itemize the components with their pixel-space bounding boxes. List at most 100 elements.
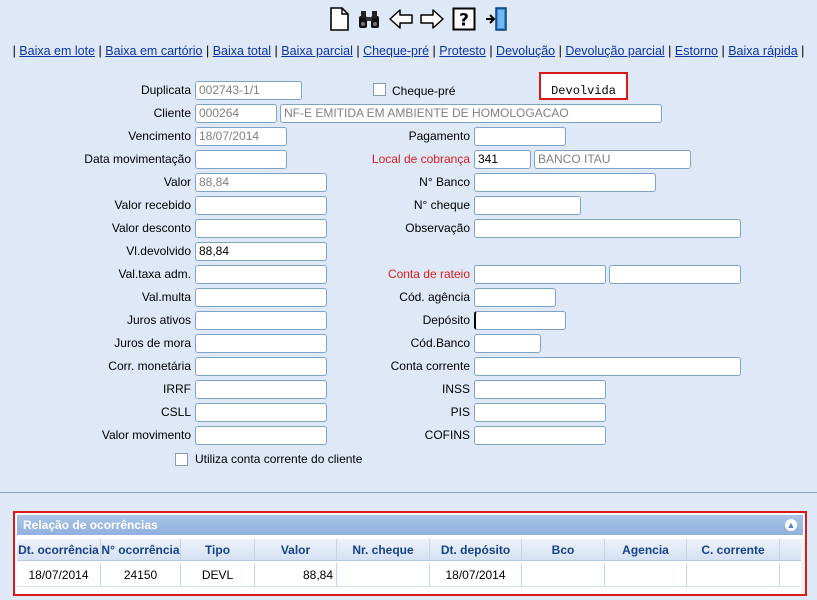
link-baixa-total[interactable]: Baixa total xyxy=(213,44,271,58)
label-conta-rateio: Conta de rateio xyxy=(387,267,470,281)
new-document-icon[interactable] xyxy=(326,6,352,32)
inss-field[interactable] xyxy=(474,380,606,399)
help-question-icon[interactable]: ? xyxy=(451,6,477,32)
data-movimentacao-field[interactable] xyxy=(195,150,287,169)
n-cheque-field[interactable] xyxy=(474,196,581,215)
label-duplicata: Duplicata xyxy=(140,83,191,97)
conta-rateio-field-2[interactable] xyxy=(609,265,741,284)
conta-corrente-field[interactable] xyxy=(474,357,741,376)
label-csll: CSLL xyxy=(160,405,191,419)
conta-rateio-field-1[interactable] xyxy=(474,265,606,284)
table-cell: DEVL xyxy=(181,563,255,586)
label-irrf: IRRF xyxy=(163,382,191,396)
exit-door-icon[interactable] xyxy=(484,6,510,32)
column-header[interactable]: Nr. cheque xyxy=(337,539,430,560)
juros-mora-field[interactable] xyxy=(195,334,327,353)
label-valor-recebido: Valor recebido xyxy=(114,198,192,212)
link-separator: | xyxy=(664,44,675,58)
cliente-name-field[interactable]: NF-E EMITIDA EM AMBIENTE DE HOMOLOGACAO xyxy=(280,104,662,123)
label-val-multa: Val.multa xyxy=(141,290,191,304)
table-cell xyxy=(605,563,687,586)
column-header[interactable]: Tipo xyxy=(181,539,255,560)
val-multa-field[interactable] xyxy=(195,288,327,307)
deposito-field[interactable] xyxy=(474,311,566,330)
valor-desconto-field[interactable] xyxy=(195,219,327,238)
label-local-cobranca: Local de cobrança xyxy=(371,152,470,166)
arrow-left-icon[interactable] xyxy=(388,6,414,32)
table-cell: 88,84 xyxy=(255,563,337,586)
toolbar: ? xyxy=(0,0,817,40)
link-separator: | xyxy=(202,44,213,58)
valor-recebido-field[interactable] xyxy=(195,196,327,215)
cod-agencia-field[interactable] xyxy=(474,288,556,307)
label-cliente: Cliente xyxy=(153,106,191,120)
table-cell: 18/07/2014 xyxy=(17,563,101,586)
csll-field[interactable] xyxy=(195,403,327,422)
link-separator: | xyxy=(555,44,566,58)
pis-field[interactable] xyxy=(474,403,606,422)
label-n-cheque: N° cheque xyxy=(413,198,470,212)
link-baixa-rapida[interactable]: Baixa rápida xyxy=(728,44,798,58)
n-banco-field[interactable] xyxy=(474,173,656,192)
pagamento-field[interactable] xyxy=(474,127,566,146)
cod-banco-field[interactable] xyxy=(474,334,541,353)
link-separator: | xyxy=(271,44,282,58)
label-inss: INSS xyxy=(441,382,470,396)
link-separator: | xyxy=(352,44,364,58)
link-baixa-parcial[interactable]: Baixa parcial xyxy=(281,44,353,58)
svg-text:?: ? xyxy=(459,11,469,31)
utiliza-cc-checkbox[interactable] xyxy=(175,453,188,466)
link-separator: | xyxy=(95,44,106,58)
valor-movimento-field[interactable] xyxy=(195,426,327,445)
binoculars-search-icon[interactable] xyxy=(356,6,382,32)
label-corr-monetaria: Corr. monetária xyxy=(108,359,191,373)
corr-monetaria-field[interactable] xyxy=(195,357,327,376)
column-header[interactable]: Dt. ocorrência xyxy=(17,539,101,560)
label-valor-desconto: Valor desconto xyxy=(111,221,191,235)
cheque-pre-checkbox[interactable] xyxy=(373,83,386,96)
vencimento-field[interactable]: 18/07/2014 xyxy=(195,127,287,146)
link-estorno[interactable]: Estorno xyxy=(675,44,718,58)
label-cod-banco: Cód.Banco xyxy=(410,336,470,350)
label-val-taxa-adm: Val.taxa adm. xyxy=(118,267,191,281)
column-header[interactable]: Bco xyxy=(522,539,605,560)
table-cell xyxy=(687,563,780,586)
link-cheque-pre[interactable]: Cheque-pré xyxy=(363,44,429,58)
column-header[interactable]: C. corrente xyxy=(687,539,780,560)
table-row[interactable]: 18/07/2014 24150 DEVL 88,84 18/07/2014 xyxy=(17,563,803,587)
link-separator: | xyxy=(717,44,729,58)
link-baixa-em-cartorio[interactable]: Baixa em cartório xyxy=(105,44,202,58)
link-devolucao-parcial[interactable]: Devolução parcial xyxy=(565,44,664,58)
column-header[interactable]: Agencia xyxy=(605,539,687,560)
juros-ativos-field[interactable] xyxy=(195,311,327,330)
local-cobranca-name-field[interactable]: BANCO ITAU xyxy=(534,150,691,169)
val-taxa-adm-field[interactable] xyxy=(195,265,327,284)
status-indicator: Devolvida xyxy=(539,72,628,100)
link-devolucao[interactable]: Devolução xyxy=(496,44,555,58)
vl-devolvido-field[interactable]: 88,84 xyxy=(195,242,327,261)
cliente-code-field[interactable]: 000264 xyxy=(195,104,277,123)
table-cell: 24150 xyxy=(101,563,181,586)
duplicata-field[interactable]: 002743-1/1 xyxy=(195,81,302,100)
column-header[interactable]: Valor xyxy=(255,539,337,560)
link-protesto[interactable]: Protesto xyxy=(439,44,486,58)
label-cofins: COFINS xyxy=(424,428,470,442)
irrf-field[interactable] xyxy=(195,380,327,399)
label-deposito: Depósito xyxy=(422,313,470,327)
collapse-up-icon[interactable]: ▲ xyxy=(785,519,797,531)
valor-field[interactable]: 88,84 xyxy=(195,173,327,192)
label-valor-movimento: Valor movimento xyxy=(101,428,191,442)
grid-scrollbar[interactable] xyxy=(801,539,805,594)
label-data-movimentacao: Data movimentação xyxy=(84,152,191,166)
local-cobranca-code-field[interactable]: 341 xyxy=(474,150,531,169)
link-separator: | xyxy=(797,44,805,58)
observacao-field[interactable] xyxy=(474,219,741,238)
link-baixa-em-lote[interactable]: Baixa em lote xyxy=(19,44,95,58)
column-header[interactable]: N° ocorrência xyxy=(101,539,181,560)
link-separator: | xyxy=(429,44,440,58)
arrow-right-icon[interactable] xyxy=(419,6,445,32)
ocorrencias-panel-header: Relação de ocorrências ▲ xyxy=(17,515,803,535)
table-cell xyxy=(337,563,430,586)
cofins-field[interactable] xyxy=(474,426,606,445)
column-header[interactable]: Dt. depósito xyxy=(430,539,522,560)
